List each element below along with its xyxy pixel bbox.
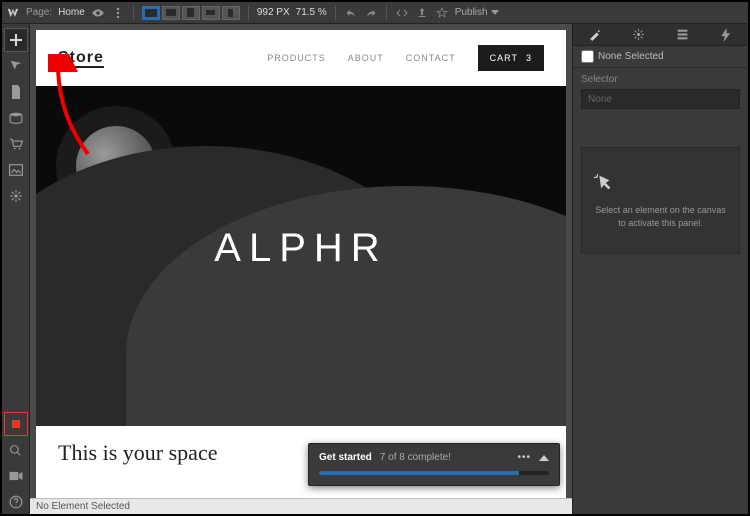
none-selected-checkbox[interactable] [581,50,594,63]
selector-input[interactable]: None [581,89,740,109]
breakpoint-desktop[interactable] [162,6,180,20]
status-bar: No Element Selected [30,498,572,514]
selector-value: None [588,94,612,105]
audit-icon[interactable] [435,6,449,20]
canvas-area: Store PRODUCTS ABOUT CONTACT CART 3 [30,24,572,514]
ecommerce-button[interactable] [4,132,28,156]
cms-button[interactable] [4,106,28,130]
record-button[interactable] [4,412,28,436]
hero-title[interactable]: ALPHR [36,226,566,271]
eye-icon[interactable] [91,6,105,20]
checklist-panel[interactable]: Get started 7 of 8 complete! ••• [308,443,560,486]
help-button[interactable] [4,490,28,514]
site-logo[interactable]: Store [58,49,104,67]
cart-label: CART [490,53,518,63]
cart-count: 3 [526,53,532,63]
settings-button[interactable] [4,184,28,208]
checklist-progress-bar [319,471,549,475]
code-icon[interactable] [395,6,409,20]
breakpoint-mobile[interactable] [222,6,240,20]
empty-state-text: Select an element on the canvas to activ… [592,204,729,229]
pointer-icon [592,172,729,194]
site-header: Store PRODUCTS ABOUT CONTACT CART 3 [36,30,566,86]
pages-button[interactable] [4,80,28,104]
chevron-down-icon [491,10,499,15]
top-toolbar: Page: Home 992 PX 71.5 % Publish [2,2,748,24]
publish-button[interactable]: Publish [455,7,499,18]
assets-button[interactable] [4,158,28,182]
breakpoint-mobile-landscape[interactable] [202,6,220,20]
webflow-logo-icon[interactable] [6,6,20,20]
more-vert-icon[interactable] [111,6,125,20]
checklist-progress-text: 7 of 8 complete! [380,452,451,463]
add-element-button[interactable] [4,28,28,52]
breakpoint-tablet[interactable] [182,6,200,20]
video-button[interactable] [4,464,28,488]
tab-style[interactable] [586,26,604,44]
left-rail [2,24,30,514]
checklist-title: Get started [319,452,372,463]
nav-about[interactable]: ABOUT [348,53,384,63]
navigator-button[interactable] [4,54,28,78]
right-panel: None Selected Selector None Select an el… [572,24,748,514]
search-button[interactable] [4,438,28,462]
more-horiz-icon[interactable]: ••• [517,452,531,463]
publish-label: Publish [455,7,488,18]
nav-products[interactable]: PRODUCTS [267,53,326,63]
page-label: Page: [26,7,52,18]
tab-style-manager[interactable] [673,26,691,44]
export-icon[interactable] [415,6,429,20]
selector-label: Selector [573,68,748,87]
canvas-width[interactable]: 992 PX [257,7,290,18]
none-selected-row[interactable]: None Selected [573,46,748,68]
chevron-up-icon[interactable] [539,455,549,461]
breakpoint-desktop-large[interactable] [142,6,160,20]
style-panel-empty-state: Select an element on the canvas to activ… [581,147,740,254]
redo-icon[interactable] [364,6,378,20]
site-nav: PRODUCTS ABOUT CONTACT CART 3 [267,45,544,71]
page-name[interactable]: Home [58,7,85,18]
nav-contact[interactable]: CONTACT [406,53,456,63]
canvas[interactable]: Store PRODUCTS ABOUT CONTACT CART 3 [36,30,566,498]
canvas-zoom[interactable]: 71.5 % [296,7,327,18]
tab-settings[interactable] [630,26,648,44]
breakpoint-group [142,6,240,20]
status-text: No Element Selected [36,501,130,512]
cart-button[interactable]: CART 3 [478,45,544,71]
hero-section[interactable]: ALPHR [36,86,566,426]
undo-icon[interactable] [344,6,358,20]
tab-interactions[interactable] [717,26,735,44]
none-selected-label: None Selected [598,51,664,62]
right-panel-tabs [573,24,748,46]
